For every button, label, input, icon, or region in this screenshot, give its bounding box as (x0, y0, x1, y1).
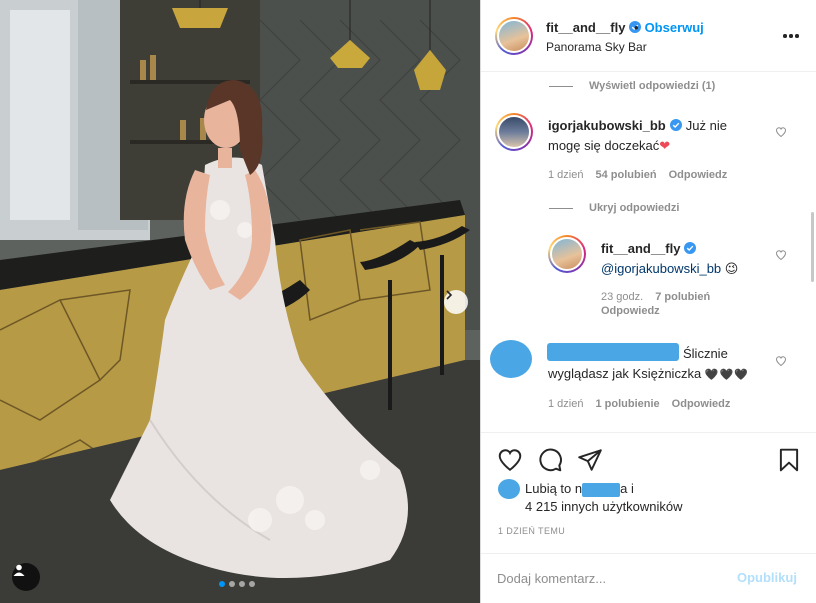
like-comment-heart-icon[interactable] (775, 126, 787, 138)
comment-text: Ślicznie wyglądasz jak Księżniczka 🖤🖤🖤 (548, 344, 768, 385)
verified-badge-icon (669, 119, 682, 131)
dot (783, 34, 787, 38)
author-avatar[interactable] (495, 17, 533, 55)
black-hearts-emoji: 🖤🖤🖤 (704, 369, 749, 381)
dot (795, 34, 799, 38)
reply-reply-button[interactable]: Odpowiedz (601, 305, 660, 317)
comment-meta: 1 dzień 54 polubień Odpowiedz (548, 169, 727, 181)
liker-name-partial[interactable]: n (575, 481, 582, 496)
reply-meta: 23 godz. 7 polubień Odpowiedz (601, 291, 741, 317)
comment-body-line2: wyglądasz jak Księżniczka (548, 366, 702, 381)
next-photo-button[interactable] (444, 290, 468, 314)
divider-line (549, 85, 573, 87)
location-link[interactable]: Panorama Sky Bar (546, 40, 647, 54)
publish-button[interactable]: Opublikuj (737, 570, 797, 585)
likes-prefix: Lubią to (525, 481, 572, 496)
comment-likes[interactable]: 1 polubienie (595, 398, 659, 410)
reply-text: fit__and__fly @igorjakubowski_bb 😉 (601, 239, 771, 279)
save-bookmark-icon[interactable] (776, 447, 802, 473)
comment-input[interactable] (497, 568, 727, 588)
carousel-dot (219, 581, 225, 587)
likes-mid-suffix: a i (620, 481, 634, 496)
reply-author-avatar[interactable] (548, 235, 586, 273)
comment-text: igorjakubowski_bb Już nie mogę się doczek… (548, 116, 778, 156)
hide-replies-button[interactable]: Ukryj odpowiedzi (549, 202, 679, 214)
verified-badge-icon (684, 242, 697, 254)
likes-line: Lubią to n a i (525, 481, 634, 497)
comment-time[interactable]: 1 dzień (548, 169, 583, 181)
more-options-button[interactable] (781, 28, 801, 44)
dot (789, 34, 793, 38)
commenter-username[interactable]: igorjakubowski_bb (548, 118, 666, 133)
chevron-right-icon (446, 290, 453, 300)
like-heart-icon[interactable] (497, 447, 523, 473)
follow-wrap: • Obserwuj (634, 20, 704, 35)
post-time[interactable]: 1 DZIEŃ TEMU (498, 526, 565, 536)
redacted-avatar[interactable] (490, 340, 532, 378)
likes-count[interactable]: 4 215 innych użytkowników (525, 499, 683, 514)
carousel-dot (249, 581, 255, 587)
like-comment-heart-icon[interactable] (775, 355, 787, 367)
comments-section: Wyświetl odpowiedzi (1) igorjakubowski_b… (481, 72, 816, 432)
separator-dot: • (634, 20, 639, 35)
comment-body: Ślicznie (683, 346, 728, 361)
heart-emoji: ❤ (659, 138, 671, 153)
carousel-dot (229, 581, 235, 587)
comment-bubble-icon[interactable] (537, 447, 563, 473)
share-paper-plane-icon[interactable] (577, 447, 603, 473)
view-replies-button[interactable]: Wyświetl odpowiedzi (1) (549, 80, 715, 92)
carousel-indicator (219, 581, 255, 587)
comment-body-line2: mogę się doczekać (548, 138, 660, 153)
reply-time[interactable]: 23 godz. (601, 291, 643, 303)
reply-button[interactable]: Odpowiedz (669, 169, 728, 181)
author-line: fit__and__fly (546, 20, 642, 35)
user-icon (13, 564, 25, 576)
follow-button[interactable]: Obserwuj (645, 20, 704, 35)
add-comment-bar: Opublikuj (481, 553, 816, 603)
comment-meta: 1 dzień 1 polubienie Odpowiedz (548, 398, 730, 410)
tagged-users-button[interactable] (12, 563, 40, 591)
carousel-dot (239, 581, 245, 587)
like-reply-heart-icon[interactable] (775, 249, 787, 261)
reply-button[interactable]: Odpowiedz (672, 398, 731, 410)
photo-illustration (0, 0, 480, 603)
hide-replies-label: Ukryj odpowiedzi (589, 202, 680, 214)
comment-likes[interactable]: 54 polubień (595, 169, 656, 181)
liker-avatar[interactable] (498, 479, 520, 499)
comment-time[interactable]: 1 dzień (548, 398, 583, 410)
commenter-avatar[interactable] (495, 113, 533, 151)
post-actions: Lubią to na i 4 215 innych użytkowników … (481, 432, 816, 602)
post-header: fit__and__fly • Obserwuj Panorama Sky Bar (481, 0, 816, 72)
author-username[interactable]: fit__and__fly (546, 20, 625, 35)
reply-likes[interactable]: 7 polubień (655, 291, 710, 303)
wink-emoji: 😉 (724, 261, 739, 276)
post-photo[interactable] (0, 0, 480, 603)
view-replies-label: Wyświetl odpowiedzi (1) (589, 80, 716, 92)
redacted-liker-name[interactable] (582, 482, 621, 497)
comment-body: Już nie (685, 118, 727, 133)
mention-link[interactable]: @igorjakubowski_bb (601, 261, 721, 276)
reply-username[interactable]: fit__and__fly (601, 241, 680, 256)
scrollbar-thumb[interactable] (811, 212, 814, 282)
divider-line (549, 207, 573, 209)
post-side-panel: fit__and__fly • Obserwuj Panorama Sky Bar… (480, 0, 816, 603)
